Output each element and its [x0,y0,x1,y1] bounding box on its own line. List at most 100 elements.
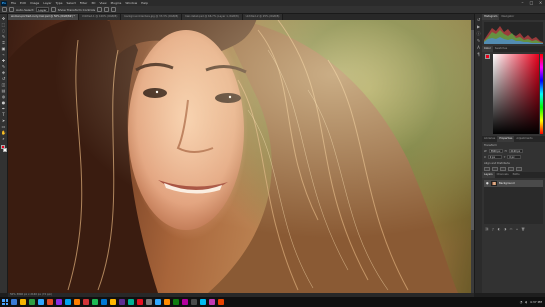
actions-icon[interactable]: ▶ [476,24,481,29]
eye-icon[interactable]: ● [486,182,489,185]
taskbar-app-icon[interactable] [65,299,71,305]
y-field[interactable]: 0 px [507,155,522,159]
taskbar-app-icon[interactable] [182,299,188,305]
lasso-icon[interactable]: ◌ [1,28,6,33]
document-canvas[interactable] [8,20,474,293]
taskbar-app-icon[interactable] [155,299,161,305]
taskbar-app-icon[interactable] [20,299,26,305]
taskbar-app-icon[interactable] [218,299,224,305]
quick-select-icon[interactable]: ✎ [1,34,6,39]
layer-name: Background [499,182,515,185]
saturation-value-field[interactable] [493,54,539,134]
info-icon[interactable]: ⓘ [476,31,481,36]
align-hcenter-button[interactable] [492,167,498,171]
hand-icon[interactable]: ✋ [1,130,6,135]
path-select-icon[interactable]: ➤ [1,118,6,123]
taskbar-app-icon[interactable] [38,299,44,305]
taskbar-app-icon[interactable] [200,299,206,305]
tab-swatches[interactable]: Swatches [493,46,509,52]
hue-slider[interactable] [540,54,543,134]
volume-icon[interactable]: ◖ [525,300,527,304]
taskbar-app-icon[interactable] [56,299,62,305]
histogram-graph [484,22,543,44]
color-swatches [0,145,7,152]
zoom-icon[interactable]: ⌕ [1,136,6,141]
eraser-icon[interactable]: ◫ [1,82,6,87]
paragraph-icon[interactable]: ¶ [476,52,481,57]
clone-stamp-icon[interactable]: ⎈ [1,70,6,75]
y-label: Y [503,155,506,159]
dodge-icon[interactable]: ● [1,100,6,105]
tab-color[interactable]: Color [482,46,493,52]
move-tool-preset-icon[interactable] [2,7,7,12]
move-icon[interactable]: ✥ [1,16,6,21]
new-layer-icon[interactable]: + [515,227,519,231]
taskbar-app-icon[interactable] [92,299,98,305]
taskbar-app-icon[interactable] [146,299,152,305]
rectangle-icon[interactable]: ▭ [1,124,6,129]
taskbar-app-icon[interactable] [29,299,35,305]
taskbar-app-icon[interactable] [137,299,143,305]
brush-settings-icon[interactable]: ✎ [476,38,481,43]
foreground-color-chip[interactable] [485,54,490,59]
layer-row[interactable]: ● Background [484,180,543,187]
taskbar-app-icon[interactable] [119,299,125,305]
taskbar-app-icon[interactable] [173,299,179,305]
delete-layer-icon[interactable]: 🗑 [521,227,525,231]
gradient-icon[interactable]: ▤ [1,88,6,93]
taskbar-app-icon[interactable] [191,299,197,305]
taskbar-app-icon[interactable] [128,299,134,305]
eyedropper-icon[interactable]: ⌁ [1,52,6,57]
tab-properties[interactable]: Properties [497,136,515,142]
crop-icon[interactable]: ⌗ [1,40,6,45]
taskbar-app-icon[interactable] [164,299,170,305]
type-icon[interactable]: T [1,112,6,117]
width-field[interactable]: 3840 px [488,149,503,153]
align-center-icon[interactable] [104,7,110,12]
tab-paths[interactable]: Paths [511,172,522,178]
taskbar-app-icon[interactable] [74,299,80,305]
align-vcenter-button[interactable] [516,167,522,171]
group-icon[interactable]: ▭ [509,227,513,231]
auto-select-checkbox[interactable] [9,7,14,12]
taskbar-app-icon[interactable] [209,299,215,305]
x-field[interactable]: 0 px [487,155,502,159]
align-left-icon[interactable] [97,7,103,12]
align-top-button[interactable] [508,167,514,171]
taskbar-app-icon[interactable] [101,299,107,305]
link-layers-icon[interactable]: ⛓ [485,227,489,231]
blur-icon[interactable]: ◍ [1,94,6,99]
fx-icon[interactable]: ƒ [491,227,495,231]
show-transform-checkbox[interactable] [50,7,56,12]
tab-libraries[interactable]: Libraries [482,136,497,142]
taskbar-app-icon[interactable] [47,299,53,305]
adjustment-layer-icon[interactable]: ◑ [503,227,507,231]
character-icon[interactable]: A [476,45,481,50]
history-brush-icon[interactable]: ↺ [1,76,6,81]
tab-navigator[interactable]: Navigator [499,14,516,20]
wifi-icon[interactable]: ◔ [520,300,523,304]
align-left-button[interactable] [484,167,490,171]
clock[interactable]: 4:37 PM [530,300,542,304]
taskbar-app-icon[interactable] [83,299,89,305]
tab-adjustments[interactable]: Adjustments [514,136,534,142]
healing-brush-icon[interactable]: ✚ [1,58,6,63]
history-icon[interactable]: ↺ [476,17,481,22]
align-right-icon[interactable] [111,7,117,12]
portrait-photo[interactable] [8,20,473,293]
taskbar-app-icon[interactable] [11,299,17,305]
auto-select-target-dropdown[interactable]: Layer [36,7,49,12]
windows-start-icon[interactable] [2,299,8,305]
tab-histogram[interactable]: Histogram [482,14,500,20]
brush-icon[interactable]: ✎ [1,64,6,69]
tab-layers[interactable]: Layers [482,172,495,178]
tab-channels[interactable]: Channels [495,172,511,178]
marquee-icon[interactable]: ⬚ [1,22,6,27]
foreground-color-swatch[interactable] [0,145,5,149]
pen-icon[interactable]: ✒ [1,106,6,111]
height-field[interactable]: 2160 px [508,149,523,153]
taskbar-app-icon[interactable] [110,299,116,305]
frame-icon[interactable]: ▣ [1,46,6,51]
mask-icon[interactable]: ◐ [497,227,501,231]
align-right-button[interactable] [500,167,506,171]
